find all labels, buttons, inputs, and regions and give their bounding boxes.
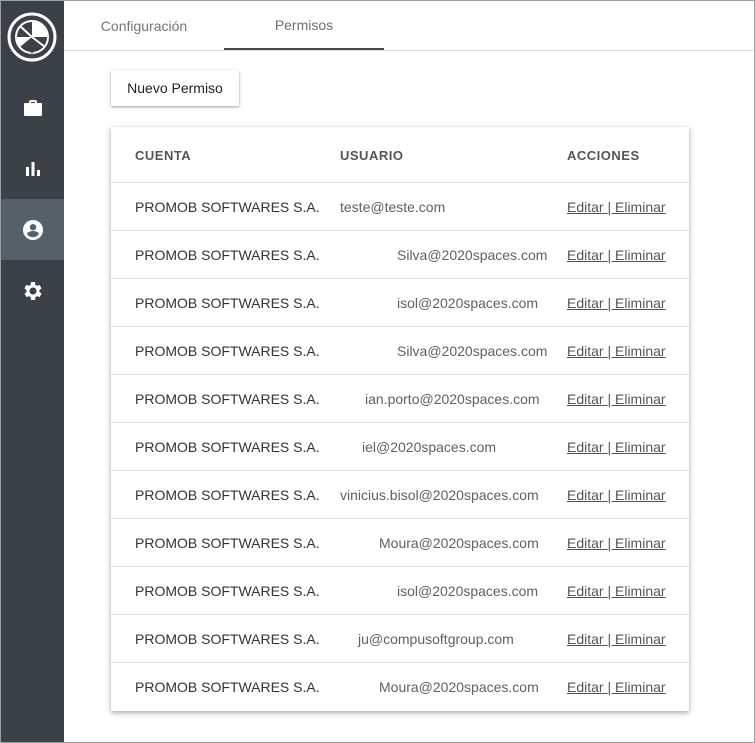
sidebar-item-permissions[interactable] bbox=[1, 199, 64, 260]
cell-user: Silva@2020spaces.com bbox=[397, 247, 548, 263]
delete-link[interactable]: Eliminar bbox=[615, 247, 666, 263]
cell-account: PROMOB SOFTWARES S.A. bbox=[135, 535, 320, 551]
table-row: PROMOB SOFTWARES S.A. teste@teste.com Edit… bbox=[111, 183, 689, 231]
column-header-user[interactable]: USUARIO bbox=[340, 148, 403, 163]
edit-link[interactable]: Editar bbox=[567, 535, 604, 551]
table-row: PROMOB SOFTWARES S.A. Moura@2020spaces.co… bbox=[111, 519, 689, 567]
cell-actions: Editar | Eliminar bbox=[567, 391, 666, 407]
table-row: PROMOB SOFTWARES S.A. Silva@2020spaces.co… bbox=[111, 327, 689, 375]
delete-link[interactable]: Eliminar bbox=[615, 631, 666, 647]
action-separator: | bbox=[603, 343, 615, 359]
cell-account: PROMOB SOFTWARES S.A. bbox=[135, 487, 320, 503]
delete-link[interactable]: Eliminar bbox=[615, 439, 666, 455]
action-separator: | bbox=[603, 439, 615, 455]
cell-user: teste@teste.com bbox=[340, 199, 446, 215]
cell-actions: Editar | Eliminar bbox=[567, 631, 666, 647]
cell-user: ian.porto@2020spaces.com bbox=[365, 391, 540, 407]
cell-actions: Editar | Eliminar bbox=[567, 247, 666, 263]
delete-link[interactable]: Eliminar bbox=[615, 583, 666, 599]
cell-account: PROMOB SOFTWARES S.A. bbox=[135, 439, 320, 455]
sidebar-item-reports[interactable] bbox=[1, 138, 64, 199]
cell-actions: Editar | Eliminar bbox=[567, 487, 666, 503]
table-row: PROMOB SOFTWARES S.A. Silva@2020spaces.co… bbox=[111, 231, 689, 279]
edit-link[interactable]: Editar bbox=[567, 487, 604, 503]
edit-link[interactable]: Editar bbox=[567, 583, 604, 599]
edit-link[interactable]: Editar bbox=[567, 295, 604, 311]
app-window: Configuración Permisos Nuevo Permiso CUE… bbox=[0, 0, 755, 743]
delete-link[interactable]: Eliminar bbox=[615, 535, 666, 551]
table-row: PROMOB SOFTWARES S.A. isol@2020spaces.com… bbox=[111, 567, 689, 615]
cell-user: vinicius.bisol@2020spaces.com bbox=[340, 487, 539, 503]
edit-link[interactable]: Editar bbox=[567, 439, 604, 455]
cell-user: Moura@2020spaces.com bbox=[379, 679, 539, 695]
table-row: PROMOB SOFTWARES S.A. isol@2020spaces.com… bbox=[111, 279, 689, 327]
action-separator: | bbox=[603, 583, 615, 599]
logo-icon[interactable] bbox=[7, 12, 57, 62]
sidebar bbox=[1, 1, 64, 742]
edit-link[interactable]: Editar bbox=[567, 199, 604, 215]
sidebar-item-settings[interactable] bbox=[1, 260, 64, 321]
table-row: PROMOB SOFTWARES S.A. vinicius.bisol@2020… bbox=[111, 471, 689, 519]
action-separator: | bbox=[603, 391, 615, 407]
cell-user: Moura@2020spaces.com bbox=[379, 535, 539, 551]
table-row: PROMOB SOFTWARES S.A. ju@compusoftgroup.c… bbox=[111, 615, 689, 663]
tab-permisos[interactable]: Permisos bbox=[224, 1, 384, 50]
edit-link[interactable]: Editar bbox=[567, 343, 604, 359]
cell-account: PROMOB SOFTWARES S.A. bbox=[135, 631, 320, 647]
cell-actions: Editar | Eliminar bbox=[567, 439, 666, 455]
cell-actions: Editar | Eliminar bbox=[567, 343, 666, 359]
cell-actions: Editar | Eliminar bbox=[567, 535, 666, 551]
action-separator: | bbox=[603, 631, 615, 647]
cell-actions: Editar | Eliminar bbox=[567, 295, 666, 311]
action-separator: | bbox=[603, 487, 615, 503]
table-header: CUENTA USUARIO ACCIONES bbox=[111, 127, 689, 183]
edit-link[interactable]: Editar bbox=[567, 679, 604, 695]
cell-user: Silva@2020spaces.com bbox=[397, 343, 548, 359]
main-content: Configuración Permisos Nuevo Permiso CUE… bbox=[64, 1, 754, 742]
permissions-table: CUENTA USUARIO ACCIONES PROMOB SOFTWARES… bbox=[111, 127, 689, 711]
action-separator: | bbox=[603, 679, 615, 695]
account-circle-icon bbox=[22, 219, 43, 240]
cell-account: PROMOB SOFTWARES S.A. bbox=[135, 583, 320, 599]
cell-account: PROMOB SOFTWARES S.A. bbox=[135, 679, 320, 695]
sidebar-item-briefcase[interactable] bbox=[1, 77, 64, 138]
gear-icon bbox=[23, 281, 42, 300]
delete-link[interactable]: Eliminar bbox=[615, 391, 666, 407]
action-separator: | bbox=[603, 247, 615, 263]
table-row: PROMOB SOFTWARES S.A. ian.porto@2020space… bbox=[111, 375, 689, 423]
column-header-account[interactable]: CUENTA bbox=[135, 148, 191, 163]
briefcase-icon bbox=[23, 99, 42, 116]
delete-link[interactable]: Eliminar bbox=[615, 343, 666, 359]
table-row: PROMOB SOFTWARES S.A. iel@2020spaces.com E… bbox=[111, 423, 689, 471]
edit-link[interactable]: Editar bbox=[567, 247, 604, 263]
cell-account: PROMOB SOFTWARES S.A. bbox=[135, 199, 320, 215]
cell-user: isol@2020spaces.com bbox=[397, 295, 539, 311]
cell-account: PROMOB SOFTWARES S.A. bbox=[135, 343, 320, 359]
cell-account: PROMOB SOFTWARES S.A. bbox=[135, 295, 320, 311]
cell-user: isol@2020spaces.com bbox=[397, 583, 539, 599]
cell-user: ju@compusoftgroup.com bbox=[358, 631, 514, 647]
tab-bar: Configuración Permisos bbox=[64, 1, 754, 51]
action-separator: | bbox=[603, 199, 615, 215]
action-separator: | bbox=[603, 535, 615, 551]
bar-chart-icon bbox=[25, 161, 40, 176]
new-permission-button[interactable]: Nuevo Permiso bbox=[111, 70, 239, 106]
cell-user: iel@2020spaces.com bbox=[362, 439, 497, 455]
cell-account: PROMOB SOFTWARES S.A. bbox=[135, 247, 320, 263]
delete-link[interactable]: Eliminar bbox=[615, 295, 666, 311]
delete-link[interactable]: Eliminar bbox=[615, 487, 666, 503]
column-header-actions: ACCIONES bbox=[567, 148, 640, 163]
tab-configuracion[interactable]: Configuración bbox=[64, 1, 224, 50]
delete-link[interactable]: Eliminar bbox=[615, 679, 666, 695]
cell-actions: Editar | Eliminar bbox=[567, 199, 666, 215]
edit-link[interactable]: Editar bbox=[567, 631, 604, 647]
cell-account: PROMOB SOFTWARES S.A. bbox=[135, 391, 320, 407]
cell-actions: Editar | Eliminar bbox=[567, 679, 666, 695]
cell-actions: Editar | Eliminar bbox=[567, 583, 666, 599]
edit-link[interactable]: Editar bbox=[567, 391, 604, 407]
action-separator: | bbox=[603, 295, 615, 311]
delete-link[interactable]: Eliminar bbox=[615, 199, 666, 215]
table-row: PROMOB SOFTWARES S.A. Moura@2020spaces.co… bbox=[111, 663, 689, 711]
